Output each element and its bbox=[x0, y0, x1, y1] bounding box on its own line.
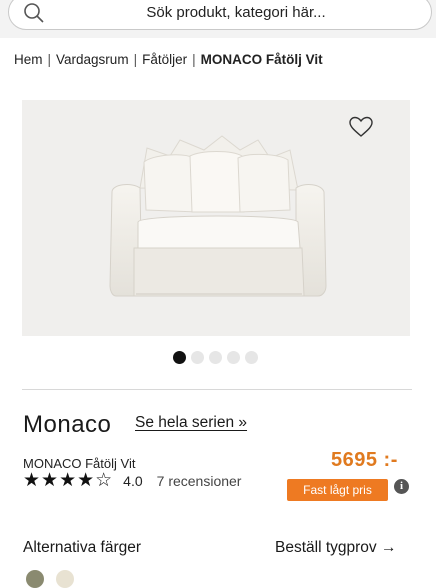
price: 5695 :- bbox=[331, 449, 398, 471]
gallery-dot[interactable] bbox=[173, 351, 186, 364]
gallery-dot[interactable] bbox=[245, 351, 258, 364]
price-badge: Fast lågt pris bbox=[287, 479, 388, 501]
divider bbox=[22, 389, 412, 390]
rating[interactable]: ★★★★☆ 4.0 7 recensioner bbox=[23, 471, 241, 490]
gallery-dot[interactable] bbox=[227, 351, 240, 364]
breadcrumb-separator: | bbox=[133, 52, 138, 67]
gallery-dot[interactable] bbox=[209, 351, 222, 364]
info-icon[interactable]: i bbox=[394, 479, 409, 494]
breadcrumb: Hem | Vardagsrum | Fåtöljer | MONACO Fåtölj Vi… bbox=[14, 52, 323, 67]
review-count[interactable]: 7 recensioner bbox=[157, 473, 242, 489]
breadcrumb-current: MONACO Fåtölj Vit bbox=[200, 52, 323, 67]
breadcrumb-separator: | bbox=[192, 52, 196, 67]
product-variant: MONACO Fåtölj Vit bbox=[23, 456, 136, 471]
color-swatch[interactable] bbox=[56, 570, 74, 588]
search-bar[interactable] bbox=[8, 0, 432, 30]
search-icon[interactable] bbox=[23, 2, 45, 24]
rating-value: 4.0 bbox=[123, 472, 143, 489]
gallery-pagination bbox=[173, 351, 258, 364]
heart-icon[interactable] bbox=[348, 115, 374, 139]
breadcrumb-living-room[interactable]: Vardagsrum bbox=[56, 52, 129, 67]
product-name: Monaco bbox=[23, 411, 112, 438]
see-series-link[interactable]: Se hela serien » bbox=[135, 414, 247, 432]
breadcrumb-separator: | bbox=[47, 52, 52, 67]
search-input[interactable] bbox=[49, 0, 423, 26]
top-bar bbox=[0, 0, 436, 38]
breadcrumb-home[interactable]: Hem bbox=[14, 52, 43, 67]
breadcrumb-armchairs[interactable]: Fåtöljer bbox=[142, 52, 187, 67]
color-swatch[interactable] bbox=[26, 570, 44, 588]
star-rating-icon: ★★★★☆ bbox=[23, 470, 114, 491]
gallery-dot[interactable] bbox=[191, 351, 204, 364]
order-fabric-sample-link[interactable]: Beställ tygprov → bbox=[275, 539, 396, 557]
alternative-colors-label: Alternativa färger bbox=[23, 539, 142, 556]
